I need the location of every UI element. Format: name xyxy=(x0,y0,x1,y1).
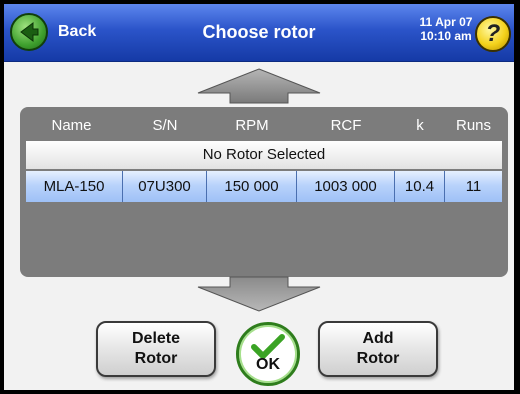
scroll-down-arrow-icon xyxy=(197,276,321,312)
cell-sn: 07U300 xyxy=(123,171,207,202)
cell-rpm: 150 000 xyxy=(207,171,297,202)
table-row[interactable]: MLA-150 07U300 150 000 1003 000 10.4 11 xyxy=(26,171,502,202)
add-rotor-button[interactable]: Add Rotor xyxy=(318,321,438,377)
ok-button[interactable]: OK xyxy=(236,322,300,386)
back-arrow-icon xyxy=(10,13,48,51)
column-header-rcf: RCF xyxy=(330,117,362,134)
scroll-up-arrow-icon xyxy=(197,68,321,104)
column-header-runs: Runs xyxy=(455,117,492,134)
delete-rotor-button[interactable]: Delete Rotor xyxy=(96,321,216,377)
table-header-row: Name S/N RPM RCF k Runs xyxy=(20,113,508,139)
add-rotor-label: Add Rotor xyxy=(356,330,400,367)
choose-rotor-screen: Back Choose rotor 11 Apr 07 10:10 am ? N… xyxy=(4,4,514,390)
cell-runs: 11 xyxy=(465,178,482,195)
scroll-down-button[interactable] xyxy=(196,276,322,312)
ok-label: OK xyxy=(256,356,280,373)
cell-k: 10.4 xyxy=(395,171,445,202)
column-header-rpm: RPM xyxy=(235,117,269,134)
column-header-sn: S/N xyxy=(152,117,178,134)
delete-rotor-label: Delete Rotor xyxy=(131,330,181,367)
rotor-table: Name S/N RPM RCF k Runs No Rotor Selecte… xyxy=(20,107,508,277)
cell-name: MLA-150 xyxy=(26,171,123,202)
help-button[interactable]: ? xyxy=(475,16,511,52)
date-text: 11 Apr 07 xyxy=(419,15,473,29)
time-text: 10:10 am xyxy=(420,29,472,43)
scroll-up-button[interactable] xyxy=(196,68,322,104)
date-time-display: 11 Apr 07 10:10 am xyxy=(414,15,478,43)
header-bar: Back Choose rotor 11 Apr 07 10:10 am ? xyxy=(4,4,514,62)
column-header-name: Name xyxy=(51,117,92,134)
help-icon: ? xyxy=(485,20,501,47)
cell-rcf: 1003 000 xyxy=(297,171,395,202)
column-header-k: k xyxy=(416,117,424,134)
back-button[interactable]: Back xyxy=(10,13,106,51)
back-label: Back xyxy=(58,23,97,40)
page-title: Choose rotor xyxy=(202,22,316,42)
no-rotor-row[interactable]: No Rotor Selected xyxy=(26,141,502,169)
